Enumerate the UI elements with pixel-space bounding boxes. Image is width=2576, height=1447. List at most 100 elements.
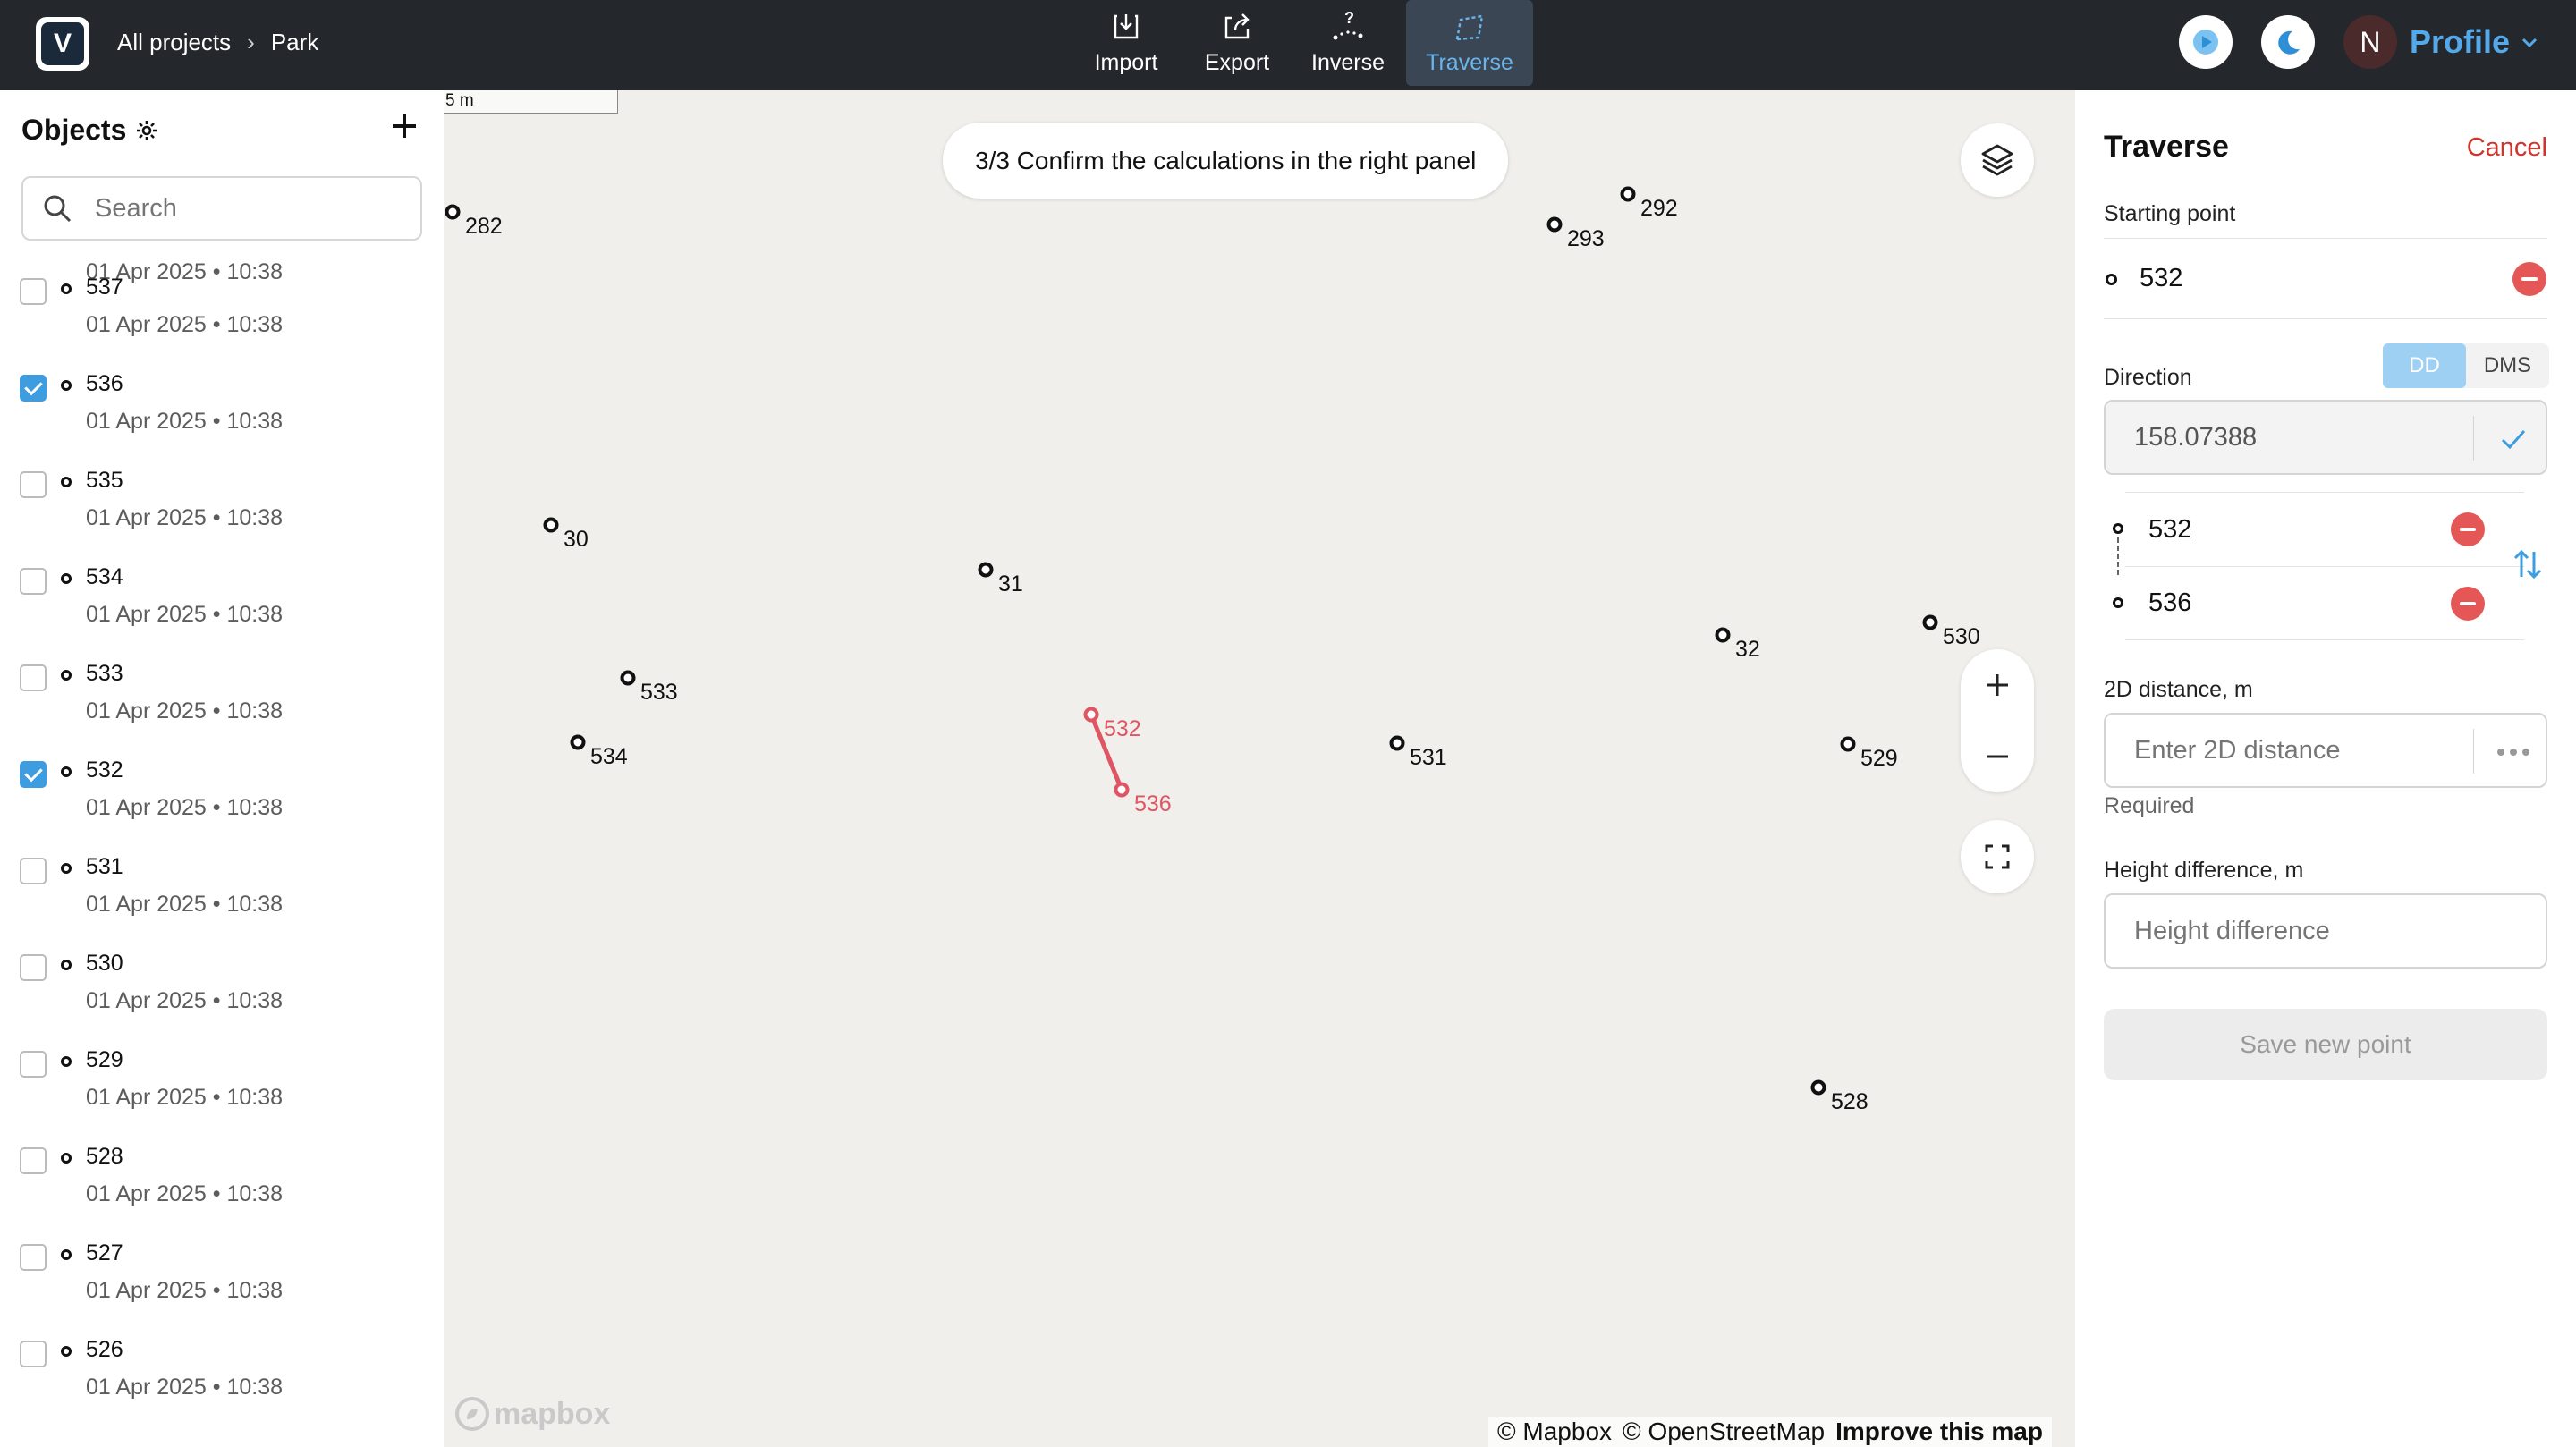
- list-item[interactable]: 536 01 Apr 2025 • 10:38: [0, 346, 444, 443]
- list-item[interactable]: 537 01 Apr 2025 • 10:38: [0, 250, 444, 346]
- inverse-button[interactable]: ? Inverse: [1295, 0, 1401, 86]
- map-point-marker[interactable]: [1810, 1079, 1826, 1096]
- breadcrumb-all-projects[interactable]: All projects: [117, 29, 231, 56]
- item-date: 01 Apr 2025 • 10:38: [86, 505, 284, 530]
- layers-button[interactable]: [1961, 123, 2034, 197]
- app-logo[interactable]: V: [36, 17, 89, 71]
- item-checkbox[interactable]: [20, 1341, 47, 1367]
- settings-icon[interactable]: [135, 119, 158, 142]
- import-button[interactable]: Import: [1073, 0, 1179, 86]
- item-checkbox[interactable]: [20, 471, 47, 498]
- map-points-layer: 282 292 293 30 31 32 530 533 534 531 529 528 532 536: [445, 186, 1980, 1114]
- distance-more-button[interactable]: [2494, 732, 2533, 772]
- remove-to-point-button[interactable]: [2451, 587, 2485, 621]
- list-item[interactable]: 532 01 Apr 2025 • 10:38: [0, 732, 444, 829]
- logo-letter: V: [41, 22, 84, 65]
- map-point-marker[interactable]: [620, 670, 636, 686]
- height-input[interactable]: [2106, 916, 2472, 946]
- item-checkbox[interactable]: [20, 1147, 47, 1174]
- objects-header: Objects: [21, 114, 158, 147]
- svg-text:?: ?: [1344, 9, 1354, 27]
- search-box[interactable]: [21, 176, 422, 241]
- item-checkbox[interactable]: [20, 954, 47, 981]
- map-point-marker[interactable]: [570, 734, 586, 750]
- inverse-label: Inverse: [1311, 50, 1385, 75]
- item-checkbox[interactable]: [20, 568, 47, 595]
- traverse-button[interactable]: Traverse: [1406, 0, 1533, 86]
- attribution-mapbox[interactable]: © Mapbox: [1497, 1417, 1612, 1446]
- objects-title: Objects: [21, 114, 127, 146]
- chevron-down-icon[interactable]: [2519, 31, 2540, 53]
- list-item[interactable]: 533 01 Apr 2025 • 10:38: [0, 636, 444, 732]
- item-date: 01 Apr 2025 • 10:38: [86, 602, 284, 627]
- map-point-marker[interactable]: [543, 517, 559, 533]
- distance-field: [2104, 713, 2547, 788]
- map-point-label: 293: [1567, 226, 1605, 251]
- list-item[interactable]: 530 01 Apr 2025 • 10:38: [0, 926, 444, 1022]
- confirm-direction-button[interactable]: [2494, 419, 2533, 459]
- map-point-marker[interactable]: [1114, 782, 1130, 798]
- point-icon: [61, 477, 72, 487]
- top-bar: V All projects › Park Import Export ? In…: [0, 0, 2576, 90]
- direction-input[interactable]: [2106, 422, 2472, 453]
- attribution-osm[interactable]: © OpenStreetMap: [1623, 1417, 1825, 1446]
- traverse-panel: Traverse Cancel Starting point 532 Direc…: [2075, 90, 2576, 1447]
- search-input[interactable]: [95, 193, 381, 224]
- dark-mode-toggle[interactable]: [2260, 15, 2315, 69]
- item-checkbox[interactable]: [20, 858, 47, 884]
- layers-icon: [1981, 144, 2013, 176]
- profile-menu[interactable]: Profile: [2410, 23, 2510, 61]
- item-checkbox[interactable]: [20, 375, 47, 402]
- dd-format-option[interactable]: DD: [2383, 343, 2466, 388]
- map-point-label: 528: [1831, 1089, 1868, 1114]
- list-item[interactable]: 528 01 Apr 2025 • 10:38: [0, 1119, 444, 1215]
- list-item[interactable]: 531 01 Apr 2025 • 10:38: [0, 829, 444, 926]
- divider: [2125, 492, 2524, 493]
- map-point-marker[interactable]: [445, 204, 461, 220]
- item-date: 01 Apr 2025 • 10:38: [86, 1278, 284, 1303]
- list-item[interactable]: 535 01 Apr 2025 • 10:38: [0, 443, 444, 539]
- dms-format-option[interactable]: DMS: [2466, 343, 2549, 388]
- map-canvas[interactable]: 5 m 282 292 293 30 31 32 530 533 534 531 529 528 532…: [444, 90, 2075, 1447]
- list-item[interactable]: 529 01 Apr 2025 • 10:38: [0, 1022, 444, 1119]
- chevron-right-icon: ›: [247, 28, 255, 55]
- traverse-label: Traverse: [1426, 50, 1513, 75]
- map-point-marker[interactable]: [1840, 736, 1856, 752]
- save-new-point-button[interactable]: Save new point: [2104, 1009, 2547, 1080]
- list-item[interactable]: 527 01 Apr 2025 • 10:38: [0, 1215, 444, 1312]
- list-item[interactable]: 526 01 Apr 2025 • 10:38: [0, 1312, 444, 1409]
- item-name: 535: [86, 468, 123, 493]
- zoom-in-button[interactable]: [1961, 649, 2034, 721]
- cancel-button[interactable]: Cancel: [2467, 133, 2547, 163]
- item-checkbox[interactable]: [20, 278, 47, 305]
- item-checkbox[interactable]: [20, 664, 47, 691]
- zoom-out-button[interactable]: [1961, 721, 2034, 792]
- toolbar: Import Export ? Inverse Traverse: [1073, 0, 1533, 86]
- play-icon: [2192, 30, 2218, 55]
- map-point-marker[interactable]: [1620, 186, 1636, 202]
- map-point-marker[interactable]: [1546, 216, 1563, 233]
- item-checkbox[interactable]: [20, 761, 47, 788]
- top-right-controls: N Profile: [2178, 0, 2576, 84]
- add-object-button[interactable]: [386, 108, 422, 144]
- distance-input[interactable]: [2106, 735, 2472, 766]
- map-point-marker[interactable]: [1083, 707, 1099, 723]
- remove-starting-point-button[interactable]: [2512, 262, 2546, 296]
- item-checkbox[interactable]: [20, 1244, 47, 1271]
- fullscreen-button[interactable]: [1961, 820, 2034, 893]
- swap-points-icon[interactable]: [2512, 548, 2544, 580]
- export-button[interactable]: Export: [1184, 0, 1290, 86]
- map-point-marker[interactable]: [978, 562, 994, 578]
- map-point-marker[interactable]: [1715, 627, 1731, 643]
- mapbox-logo[interactable]: mapbox: [454, 1396, 610, 1432]
- improve-map-link[interactable]: Improve this map: [1835, 1417, 2043, 1446]
- map-point-marker[interactable]: [1922, 614, 1938, 630]
- item-checkbox[interactable]: [20, 1051, 47, 1078]
- play-tutorial-button[interactable]: [2178, 15, 2233, 69]
- item-name: 531: [86, 854, 123, 879]
- remove-from-point-button[interactable]: [2451, 512, 2485, 546]
- list-item[interactable]: 534 01 Apr 2025 • 10:38: [0, 539, 444, 636]
- map-point-marker[interactable]: [1389, 735, 1405, 751]
- avatar[interactable]: N: [2343, 15, 2397, 69]
- breadcrumb-current-project[interactable]: Park: [271, 29, 318, 56]
